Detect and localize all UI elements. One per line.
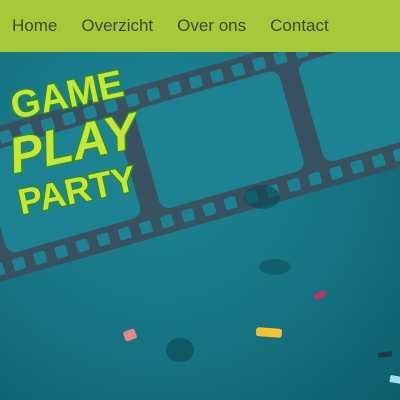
nav-link-overzicht[interactable]: Overzicht — [81, 16, 153, 36]
hero-graphic: GAME PLAY PARTY — [0, 52, 400, 384]
confetti-icon — [123, 290, 400, 384]
game-play-party-logo: GAME PLAY PARTY — [2, 62, 148, 224]
nav-link-contact[interactable]: Contact — [270, 16, 329, 36]
top-nav: Home Overzicht Over ons Contact — [0, 0, 400, 52]
nav-link-home[interactable]: Home — [12, 16, 57, 36]
hero-banner: GAME PLAY PARTY — [0, 52, 400, 400]
nav-link-over-ons[interactable]: Over ons — [177, 16, 246, 36]
